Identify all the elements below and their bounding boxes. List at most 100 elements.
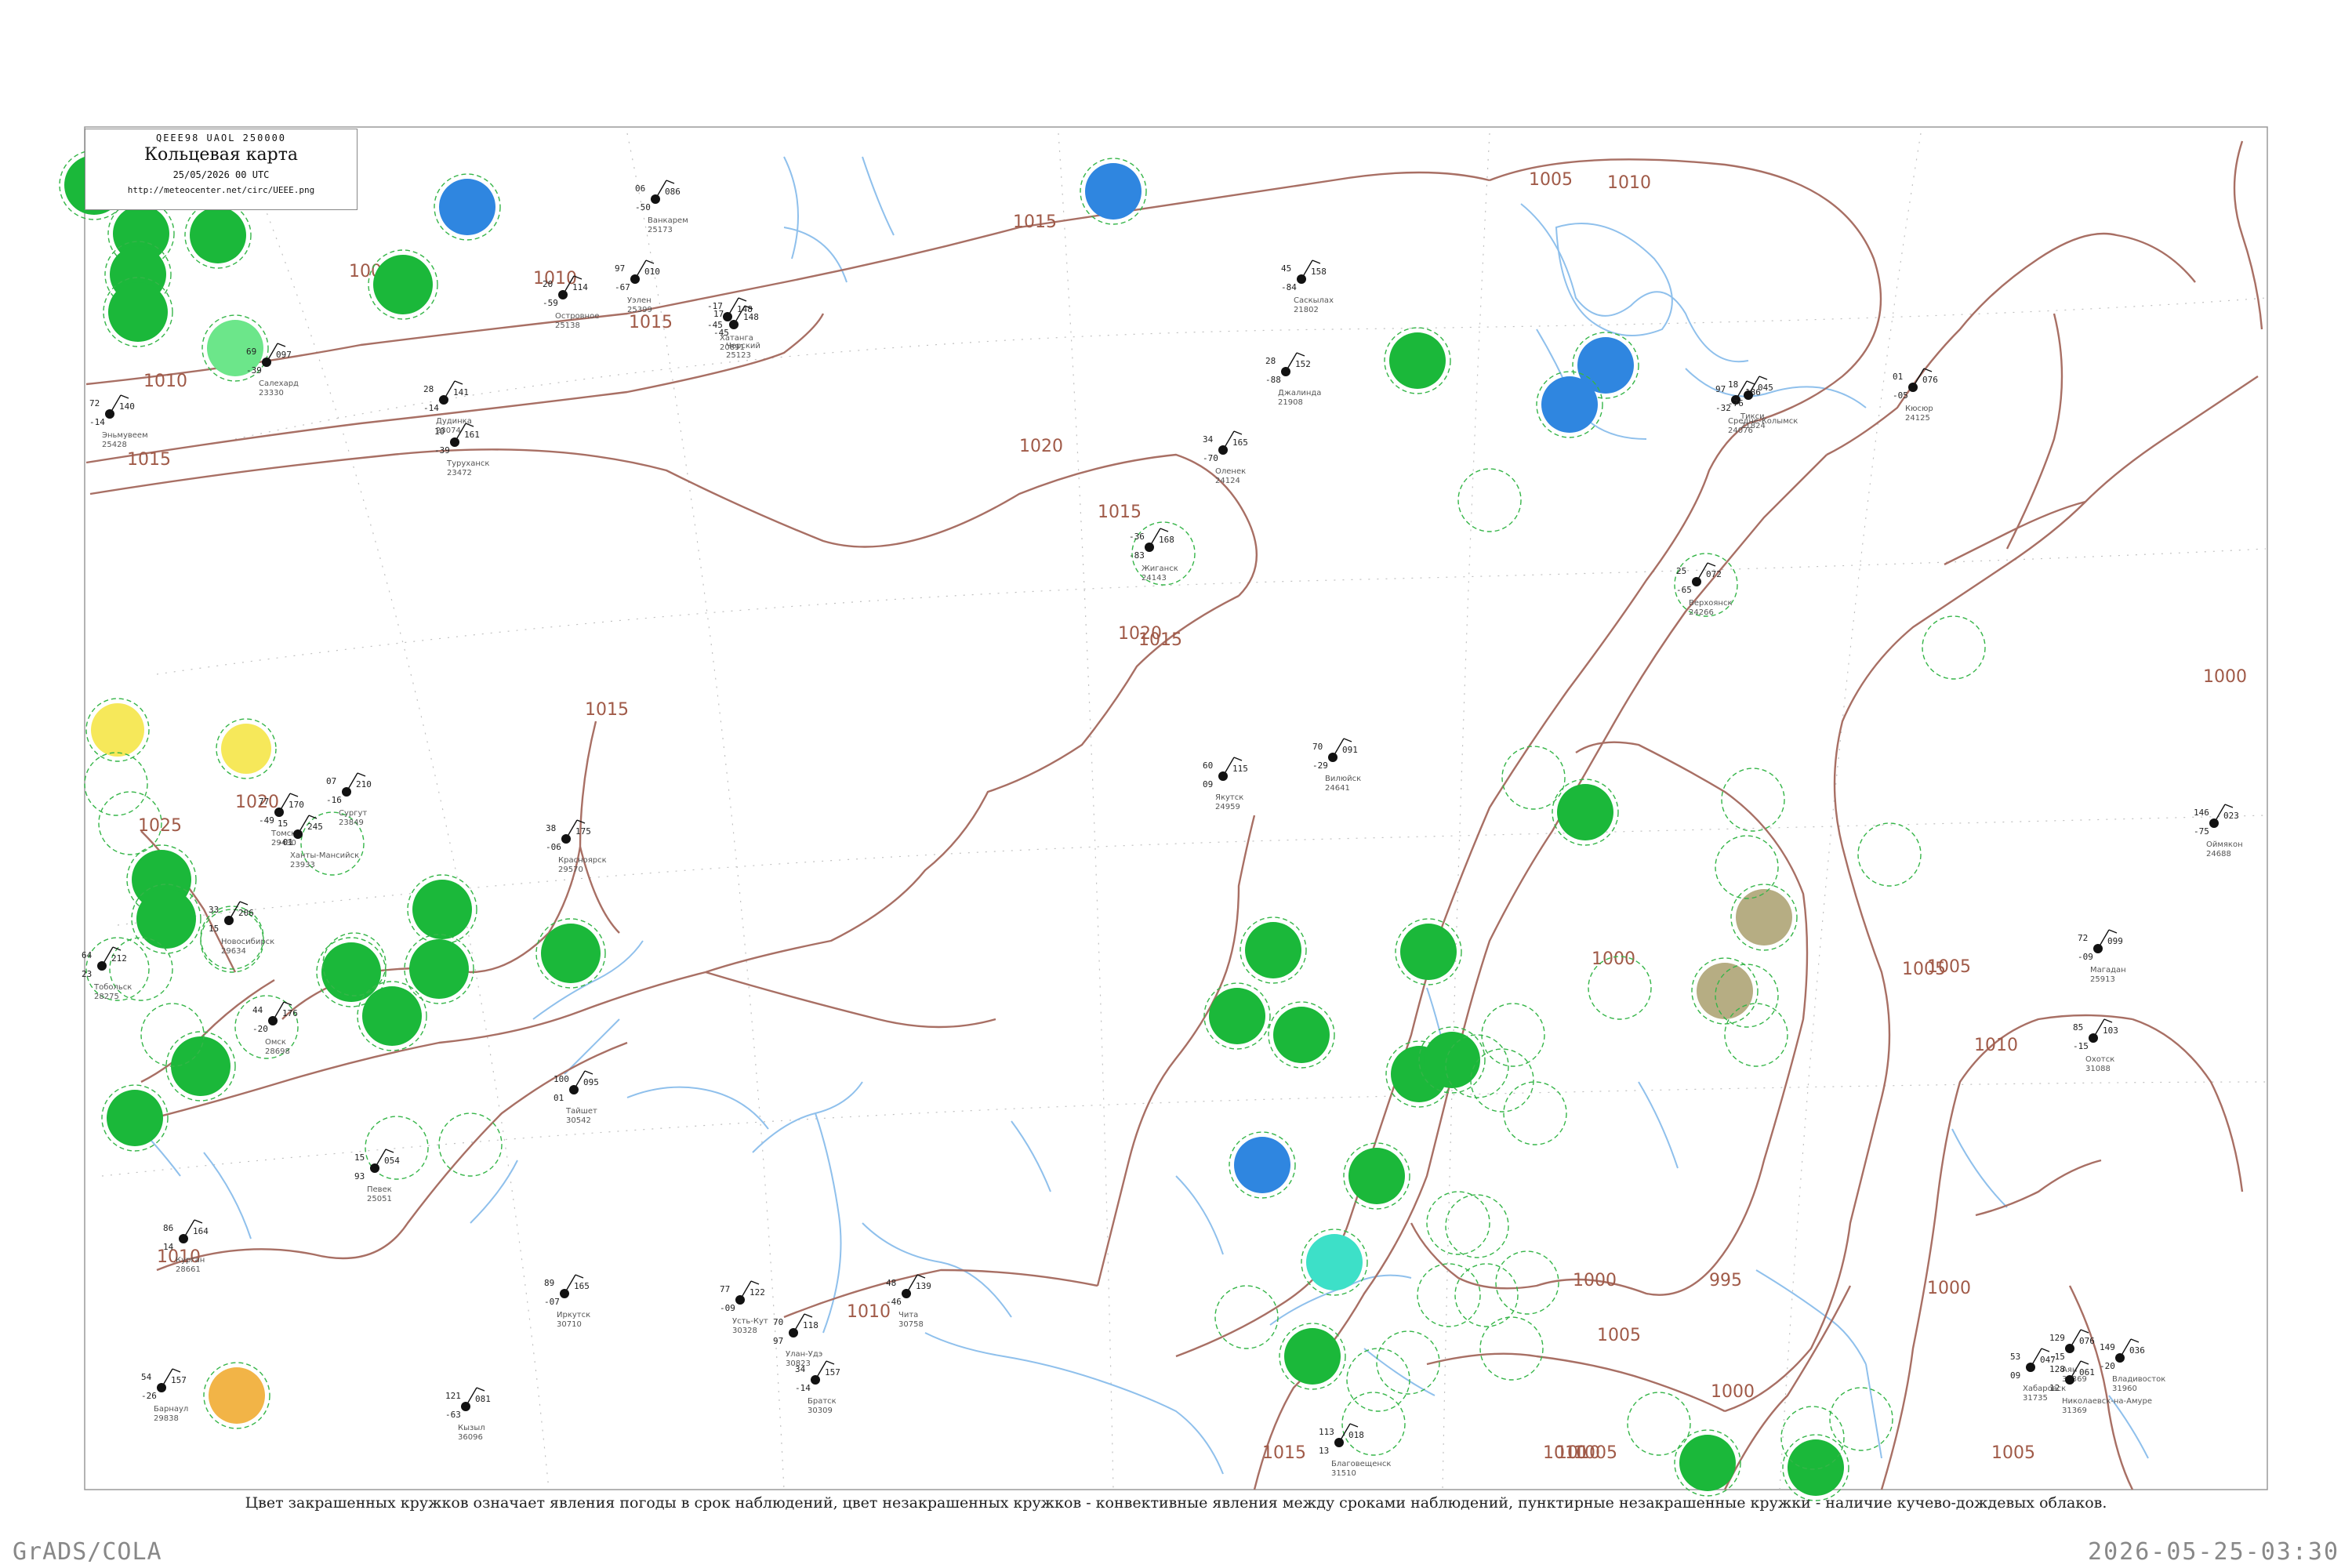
station-temperature: 20 [543, 279, 553, 289]
station-dewpoint: -75 [2194, 826, 2209, 837]
station-dewpoint: -09 [2078, 952, 2093, 962]
station-pressure: 157 [171, 1375, 187, 1385]
station-temperature: 25 [1676, 566, 1686, 576]
station-dewpoint: 09 [1203, 779, 1213, 789]
station-id: 24266 [1689, 608, 1714, 617]
station-pressure: 091 [1342, 745, 1358, 755]
station-pressure: 175 [575, 826, 591, 837]
station-temperature: 121 [445, 1391, 461, 1401]
synoptic-map: 1010100510001015101010101015101510201015… [59, 126, 2268, 1501]
weather-circle-green [103, 277, 173, 347]
station-name: Тобольск [93, 983, 132, 992]
isobar-label: 1000 [1592, 949, 1635, 969]
station-dewpoint: -09 [720, 1303, 735, 1313]
station-name: Новосибирск [221, 938, 274, 946]
weather-circle-fill [412, 880, 472, 939]
station-id: 30823 [786, 1359, 811, 1368]
station-temperature: 33 [209, 905, 219, 915]
station-pressure: 076 [2079, 1336, 2095, 1346]
station-name: Дудинка [436, 417, 472, 426]
station-temperature: 28 [423, 384, 434, 394]
isobar-label: 1015 [629, 313, 673, 332]
station-id: 31088 [2085, 1065, 2111, 1073]
title-box: QEEE98 UAOL 250000 Кольцевая карта 25/05… [85, 129, 358, 210]
isobar-label: 1020 [235, 793, 279, 812]
station-temperature: 85 [2073, 1022, 2083, 1033]
station-dewpoint: -16 [326, 795, 342, 805]
weather-circle-fill [209, 1367, 265, 1424]
isobar-label: 1000 [1711, 1382, 1755, 1402]
isobar-label: 1015 [1138, 630, 1182, 650]
station-name: Тикси [1740, 412, 1765, 421]
station-name: Туруханск [446, 459, 489, 468]
station-temperature: 01 [1893, 372, 1903, 382]
station-id: 29634 [221, 947, 246, 956]
station-pressure: 018 [1348, 1430, 1364, 1440]
station-dewpoint: -46 [886, 1297, 902, 1307]
station-temperature: 60 [1203, 760, 1213, 771]
weather-circle-fill [1697, 963, 1753, 1019]
station-temperature: 89 [544, 1278, 554, 1288]
station-id: 21908 [1278, 398, 1303, 407]
weather-circle-fill [1557, 784, 1613, 840]
weather-circle-green [368, 249, 438, 320]
station-temperature: 72 [89, 398, 100, 408]
isobar-label: 1005 [1991, 1443, 2035, 1463]
station-temperature: 72 [2078, 933, 2088, 943]
isobar-label: 1005 [1927, 957, 1971, 977]
station-name: Иркутск [557, 1311, 590, 1319]
station-dewpoint: -14 [423, 403, 439, 413]
station-id: 23472 [447, 469, 472, 477]
isobar-label: 1010 [1974, 1036, 2018, 1055]
station-name: Эньмувеем [102, 431, 148, 440]
weather-circle-green [404, 934, 474, 1004]
station-dewpoint: -76 [1728, 398, 1744, 408]
weather-circle-fill [1400, 924, 1457, 980]
station-name: Кызыл [458, 1424, 485, 1432]
station-dewpoint: 93 [354, 1171, 365, 1181]
station-pressure: 099 [2107, 936, 2123, 946]
station-id: 30758 [898, 1320, 924, 1329]
isobar-label: 1015 [585, 700, 629, 720]
station-pressure: 212 [111, 953, 127, 964]
station-id: 21802 [1294, 306, 1319, 314]
isobar-label: 1010 [143, 372, 187, 391]
station-id: 24125 [1905, 414, 1930, 423]
station-pressure: 165 [1232, 437, 1248, 448]
station-dewpoint: 97 [773, 1336, 783, 1346]
station-dewpoint: -84 [1281, 282, 1297, 292]
station-name: Тайшет [565, 1107, 597, 1116]
isobar-label: 1000 [1927, 1279, 1971, 1298]
station-id: 30328 [732, 1327, 757, 1335]
weather-circle-green [131, 884, 201, 954]
station-id: 29570 [558, 866, 583, 874]
station-id: 25051 [367, 1195, 392, 1203]
station-temperature: 07 [326, 776, 336, 786]
weather-circle-fill [1234, 1137, 1290, 1193]
station-id: 30309 [808, 1406, 833, 1415]
legend-note: Цвет закрашенных кружков означает явлени… [245, 1494, 2107, 1512]
station-dewpoint: 14 [163, 1242, 174, 1252]
station-pressure: 158 [1311, 267, 1327, 277]
weather-circle-fill [221, 724, 271, 774]
station-name: Владивосток [2112, 1375, 2165, 1384]
station-id: 29838 [154, 1414, 179, 1423]
station-pressure: 036 [2129, 1345, 2145, 1356]
station-name: Улан-Удэ [786, 1350, 822, 1359]
station-pressure: 122 [750, 1287, 765, 1298]
station-pressure: 206 [238, 908, 254, 918]
station-pressure: 054 [384, 1156, 400, 1166]
station-dewpoint: 13 [1319, 1446, 1329, 1456]
weather-circle-fill [171, 1036, 230, 1096]
station-dewpoint: -20 [252, 1024, 268, 1034]
isobar-label: 1015 [1262, 1443, 1306, 1463]
station-name: Певек [367, 1185, 392, 1194]
station-dewpoint: -39 [246, 365, 262, 376]
station-temperature: 54 [141, 1372, 152, 1382]
station-id: 24641 [1325, 784, 1350, 793]
station-name: Барнаул [154, 1405, 188, 1414]
isobar-label: 1020 [1019, 437, 1063, 456]
weather-circle-fill [1389, 332, 1446, 389]
station-id: 24688 [2206, 850, 2231, 858]
station-id: 25399 [627, 306, 652, 314]
